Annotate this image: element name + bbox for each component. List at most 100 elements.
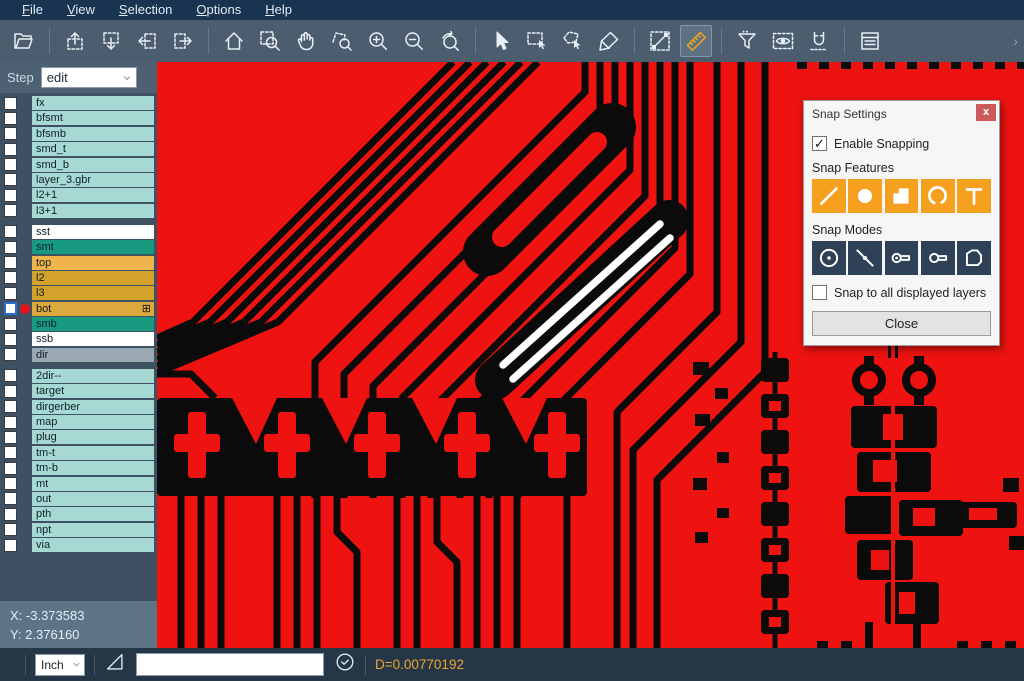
layer-name-strip[interactable]: layer_3.gbr: [32, 173, 154, 187]
layer-row-via[interactable]: via: [0, 538, 157, 552]
toolbar-zoom-window-button[interactable]: [254, 25, 286, 57]
dialog-close-icon[interactable]: x: [976, 104, 996, 121]
toolbar-snap-magnet-button[interactable]: [803, 25, 835, 57]
toolbar-report-list-button[interactable]: [854, 25, 886, 57]
toolbar-shift-left-button[interactable]: [131, 25, 163, 57]
layer-visibility-checkbox[interactable]: [4, 416, 17, 429]
toolbar-zoom-polygon-button[interactable]: [326, 25, 358, 57]
snap-mode-polygon-button[interactable]: [957, 241, 991, 275]
unit-select[interactable]: Inch: [35, 654, 85, 676]
layer-visibility-checkbox[interactable]: [4, 256, 17, 269]
layer-name-strip[interactable]: bfsmb: [32, 127, 154, 141]
layer-name-strip[interactable]: l3: [32, 286, 154, 300]
layer-name-strip[interactable]: npt: [32, 523, 154, 537]
layer-visibility-checkbox[interactable]: [4, 318, 17, 331]
layer-row-layer_3.gbr[interactable]: layer_3.gbr: [0, 173, 157, 187]
layer-name-strip[interactable]: tm-b: [32, 461, 154, 475]
menu-item-help[interactable]: Help: [253, 2, 304, 19]
layer-row-tm-b[interactable]: tm-b: [0, 461, 157, 475]
layer-visibility-checkbox[interactable]: [4, 446, 17, 459]
layer-visibility-checkbox[interactable]: [4, 271, 17, 284]
layer-visibility-checkbox[interactable]: [4, 97, 17, 110]
layer-visibility-checkbox[interactable]: [4, 189, 17, 202]
layer-row-l2+1[interactable]: l2+1: [0, 188, 157, 202]
layer-row-plug[interactable]: plug: [0, 430, 157, 444]
toolbar-zoom-in-button[interactable]: [362, 25, 394, 57]
layer-row-out[interactable]: out: [0, 492, 157, 506]
snap-mode-pad-outline-button[interactable]: [921, 241, 955, 275]
snap-feature-pad-button[interactable]: [848, 179, 882, 213]
layer-row-pth[interactable]: pth: [0, 507, 157, 521]
toolbar-overflow-chevron[interactable]: ›: [1013, 33, 1018, 49]
layer-name-strip[interactable]: ssb: [32, 332, 154, 346]
layer-visibility-checkbox[interactable]: [4, 348, 17, 361]
toolbar-shift-down-button[interactable]: [95, 25, 127, 57]
layer-row-smb[interactable]: smb: [0, 317, 157, 331]
snap-mode-center-button[interactable]: [812, 241, 846, 275]
layer-visibility-checkbox[interactable]: [4, 462, 17, 475]
toolbar-home-button[interactable]: [218, 25, 250, 57]
snap-mode-line-point-button[interactable]: [848, 241, 882, 275]
toolbar-zoom-previous-button[interactable]: [434, 25, 466, 57]
snap-all-layers-checkbox[interactable]: [812, 285, 827, 300]
layer-row-bot[interactable]: bot⊞: [0, 302, 157, 316]
layer-name-strip[interactable]: sst: [32, 225, 154, 239]
layer-visibility-checkbox[interactable]: [4, 112, 17, 125]
layer-row-2dir--[interactable]: 2dir--: [0, 369, 157, 383]
layer-name-strip[interactable]: smb: [32, 317, 154, 331]
layer-row-smd_t[interactable]: smd_t: [0, 142, 157, 156]
layer-name-strip[interactable]: l2+1: [32, 188, 154, 202]
toolbar-select-polygon-button[interactable]: [557, 25, 589, 57]
layer-name-strip[interactable]: out: [32, 492, 154, 506]
layer-visibility-checkbox[interactable]: [4, 287, 17, 300]
layer-visibility-checkbox[interactable]: [4, 302, 17, 315]
layer-visibility-checkbox[interactable]: [4, 241, 17, 254]
layer-name-strip[interactable]: smd_t: [32, 142, 154, 156]
layer-row-fx[interactable]: fx: [0, 96, 157, 110]
command-input[interactable]: [136, 653, 324, 676]
toolbar-pan-hand-button[interactable]: [290, 25, 322, 57]
toolbar-highlight-view-button[interactable]: [767, 25, 799, 57]
layer-visibility-checkbox[interactable]: [4, 523, 17, 536]
menu-item-file[interactable]: File: [10, 2, 55, 19]
layer-row-smt[interactable]: smt: [0, 240, 157, 254]
toolbar-measure-line-button[interactable]: [644, 25, 676, 57]
snap-feature-line-button[interactable]: [812, 179, 846, 213]
layer-row-ssb[interactable]: ssb: [0, 332, 157, 346]
menu-item-view[interactable]: View: [55, 2, 107, 19]
layer-row-bfsmt[interactable]: bfsmt: [0, 111, 157, 125]
layer-name-strip[interactable]: fx: [32, 96, 154, 110]
snap-feature-surface-button[interactable]: [885, 179, 919, 213]
layer-name-strip[interactable]: pth: [32, 507, 154, 521]
menu-item-options[interactable]: Options: [184, 2, 253, 19]
toolbar-zoom-out-button[interactable]: [398, 25, 430, 57]
layer-visibility-checkbox[interactable]: [4, 127, 17, 140]
layer-name-strip[interactable]: dir: [32, 348, 154, 362]
layer-row-dirgerber[interactable]: dirgerber: [0, 400, 157, 414]
toolbar-ruler-measure-button[interactable]: [680, 25, 712, 57]
snap-feature-text-button[interactable]: [957, 179, 991, 213]
layer-row-npt[interactable]: npt: [0, 523, 157, 537]
toolbar-brush-clear-button[interactable]: [593, 25, 625, 57]
layer-row-l3+1[interactable]: l3+1: [0, 204, 157, 218]
layer-visibility-checkbox[interactable]: [4, 477, 17, 490]
snap-dialog-titlebar[interactable]: Snap Settings x: [804, 101, 999, 126]
layer-name-strip[interactable]: map: [32, 415, 154, 429]
layer-row-sst[interactable]: sst: [0, 225, 157, 239]
layer-row-target[interactable]: target: [0, 384, 157, 398]
layer-visibility-checkbox[interactable]: [4, 492, 17, 505]
toolbar-select-rectangle-button[interactable]: [521, 25, 553, 57]
layer-name-strip[interactable]: dirgerber: [32, 400, 154, 414]
layer-name-strip[interactable]: bot⊞: [32, 302, 154, 316]
layer-row-bfsmb[interactable]: bfsmb: [0, 127, 157, 141]
toolbar-shift-right-button[interactable]: [167, 25, 199, 57]
layer-row-map[interactable]: map: [0, 415, 157, 429]
layer-row-l3[interactable]: l3: [0, 286, 157, 300]
layer-visibility-checkbox[interactable]: [4, 204, 17, 217]
layer-row-mt[interactable]: mt: [0, 477, 157, 491]
sync-check-icon[interactable]: [334, 651, 356, 678]
enable-snapping-checkbox[interactable]: [812, 136, 827, 151]
layer-visibility-checkbox[interactable]: [4, 369, 17, 382]
menu-item-selection[interactable]: Selection: [107, 2, 184, 19]
snap-mode-pad-slot-button[interactable]: [885, 241, 919, 275]
